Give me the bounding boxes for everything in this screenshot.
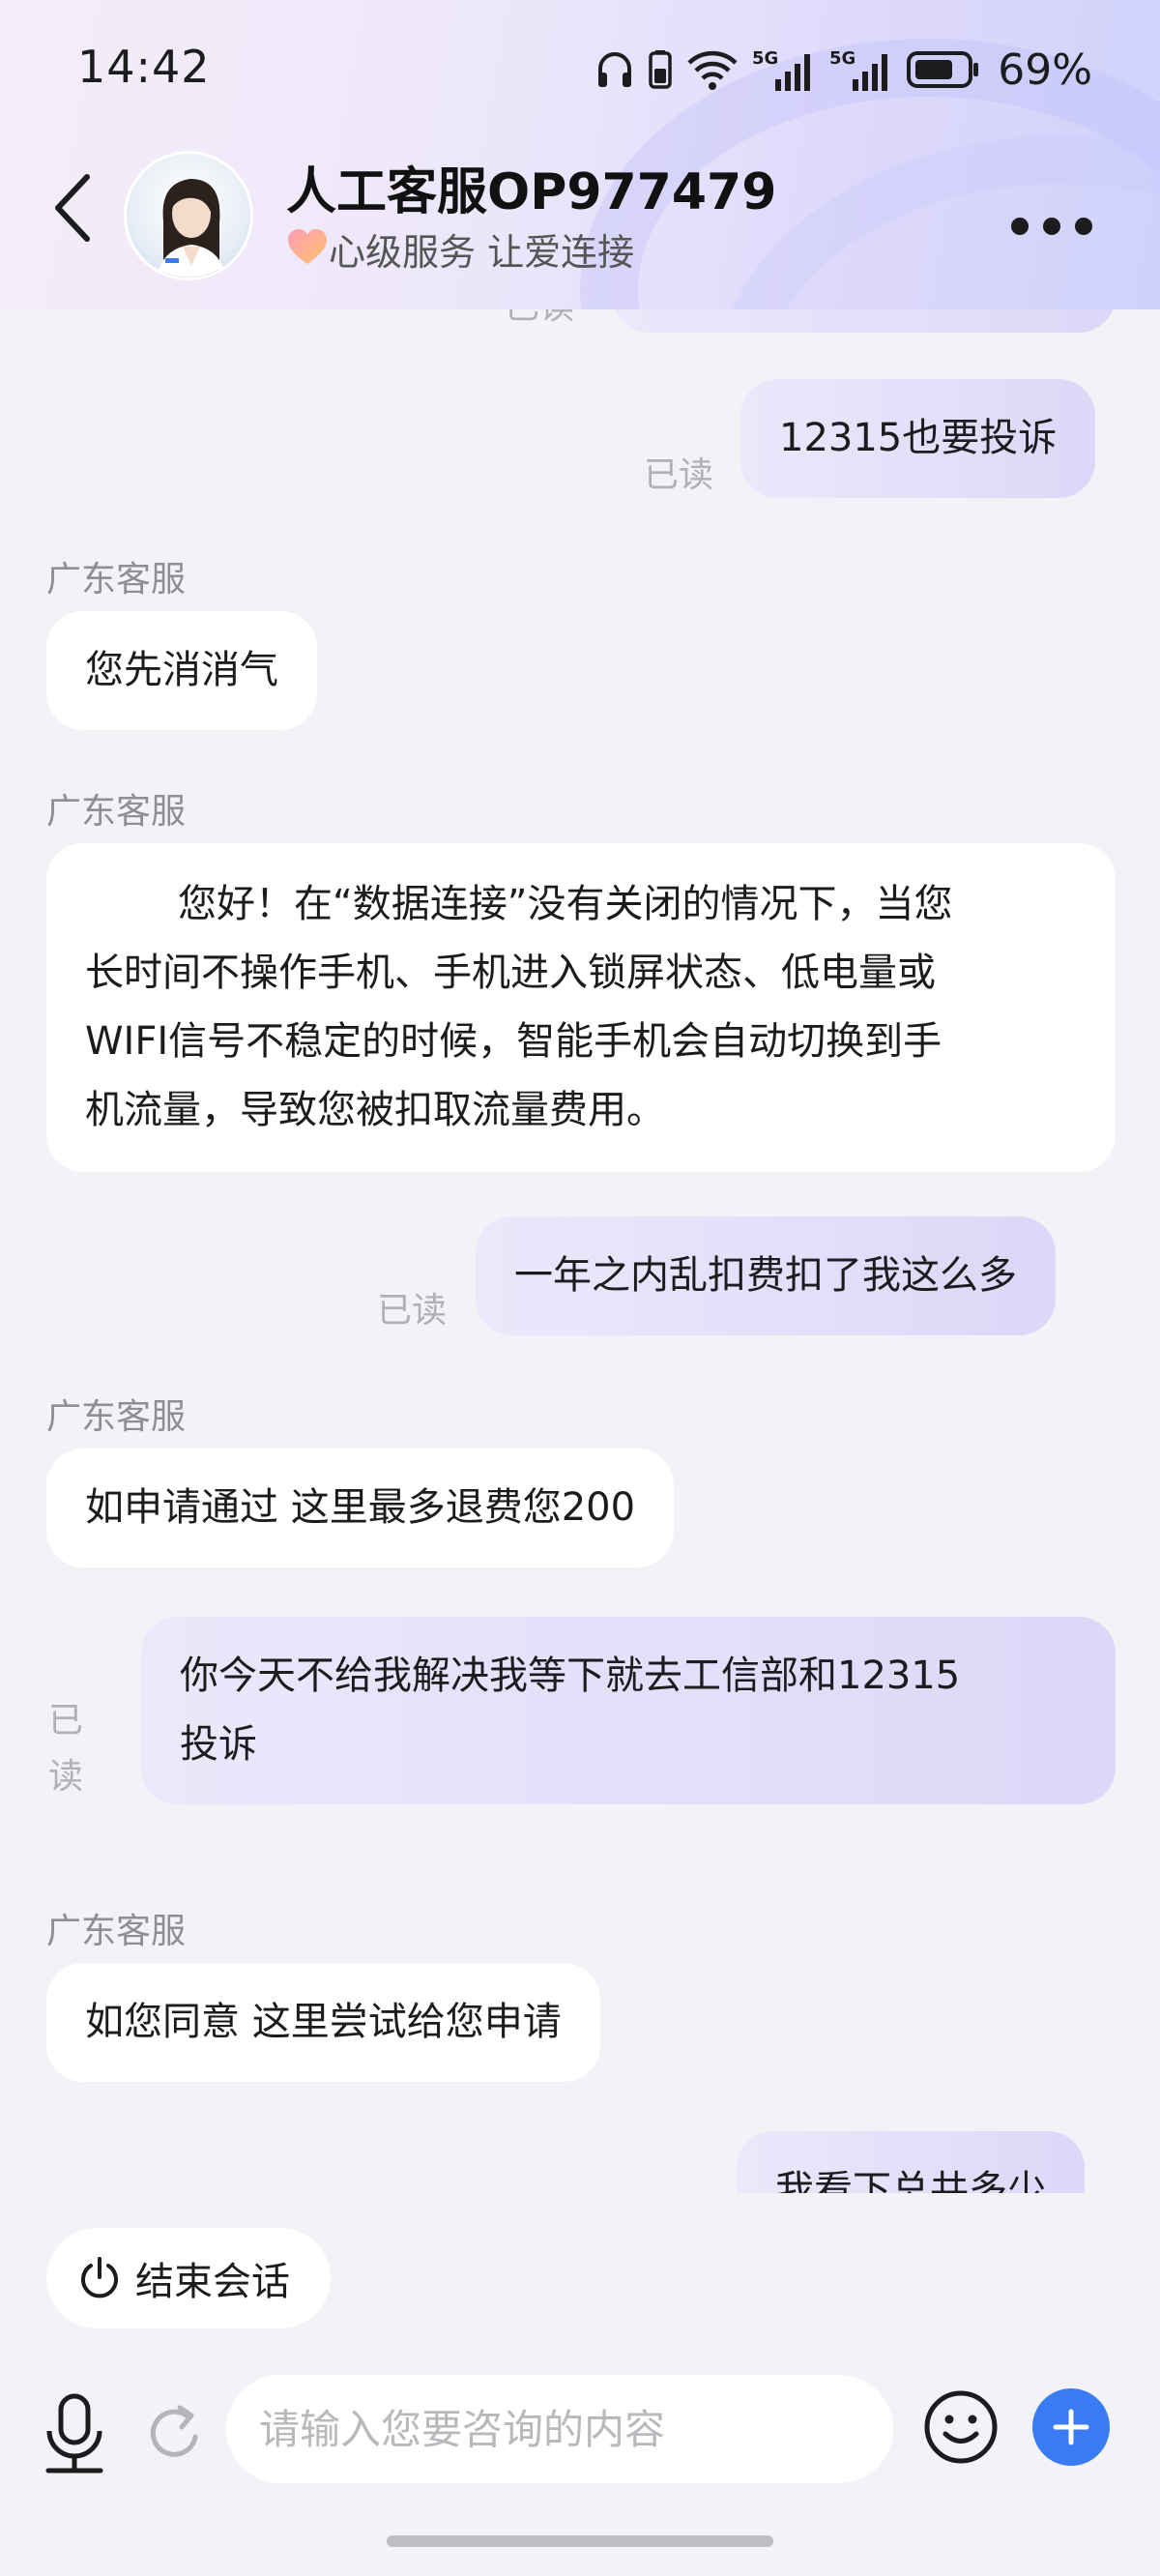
svg-text:5G: 5G (829, 48, 856, 69)
microphone-icon (45, 2393, 103, 2474)
chat-screen: 14:42 5G 5G 69% 人工客服OP977479 心级服务 让爱连接 已… (0, 0, 1160, 2576)
agent-name: 人工客服OP977479 (286, 163, 777, 221)
add-attachment-button[interactable] (1032, 2388, 1110, 2466)
agent-subtitle: 心级服务 让爱连接 (329, 231, 635, 274)
end-session-label: 结束会话 (135, 2260, 290, 2304)
status-bar: 14:42 5G 5G 69% (0, 0, 1160, 145)
user-message-bubble[interactable]: 12315也要投诉 (740, 379, 1096, 498)
power-icon (81, 2257, 118, 2298)
plus-icon (1053, 2409, 1089, 2445)
refresh-icon (150, 2405, 198, 2457)
input-bar (0, 2359, 1160, 2504)
battery-icon (907, 51, 979, 88)
home-indicator[interactable] (387, 2535, 773, 2547)
user-message-bubble[interactable]: 你今天不给我解决我等下就去工信部和12315 投诉 (141, 1617, 1116, 1804)
user-message-bubble-partial[interactable] (613, 309, 1116, 333)
message-line: 机流量，导致您被扣取流量费用。 (85, 1088, 665, 1132)
voice-input-button[interactable] (43, 2392, 106, 2475)
emoji-button[interactable] (922, 2388, 1000, 2466)
headphones-icon (598, 52, 632, 87)
signal-5g-icon: 5G (752, 48, 811, 91)
agent-avatar[interactable] (124, 151, 253, 280)
agent-message-bubble[interactable]: 您好！在“数据连接”没有关闭的情况下，当您 长时间不操作手机、手机进入锁屏状态、… (46, 843, 1116, 1172)
sender-label: 广东客服 (46, 560, 187, 600)
back-button[interactable] (43, 166, 101, 249)
wifi-icon (687, 50, 738, 90)
message-line: 投诉 (180, 1722, 257, 1767)
svg-text:5G: 5G (752, 48, 778, 69)
sender-label: 广东客服 (46, 792, 187, 832)
more-options-button[interactable] (1011, 215, 1092, 238)
read-receipt: 已 (48, 1701, 84, 1741)
phone-battery-icon (649, 50, 672, 89)
agent-message-bubble[interactable]: 如您同意 这里尝试给您申请 (46, 1963, 600, 2082)
agent-message-bubble[interactable]: 您先消消气 (46, 611, 317, 730)
read-receipt: 读 (48, 1757, 84, 1797)
battery-percent: 69% (998, 44, 1092, 95)
smiley-icon (924, 2390, 998, 2464)
status-time: 14:42 (77, 41, 211, 93)
more-dot (1011, 218, 1029, 235)
message-list[interactable]: 已读 已读 12315也要投诉 广东客服 您先消消气 广东客服 您好！在“数据连… (0, 309, 1160, 2193)
read-receipt: 已读 (644, 455, 714, 495)
more-dot (1075, 218, 1092, 235)
message-input[interactable] (226, 2375, 893, 2483)
message-line: 您好！在“数据连接”没有关闭的情况下，当您 (178, 882, 953, 926)
message-line: 长时间不操作手机、手机进入锁屏状态、低电量或 (85, 951, 936, 995)
chevron-left-icon (55, 174, 90, 242)
agent-portrait-icon (156, 179, 227, 278)
agent-message-bubble[interactable]: 如申请通过 这里最多退费您200 (46, 1449, 675, 1567)
status-icons: 5G 5G 69% (595, 43, 1092, 97)
message-line: 你今天不给我解决我等下就去工信部和12315 (180, 1654, 961, 1698)
signal-5g-icon: 5G (829, 48, 888, 91)
heart-icon (288, 229, 327, 264)
sender-label: 广东客服 (46, 1912, 187, 1951)
more-dot (1043, 218, 1060, 235)
chat-header: 14:42 5G 5G 69% 人工客服OP977479 心级服务 让爱连接 (0, 0, 1160, 309)
read-receipt: 已读 (377, 1291, 448, 1331)
sender-label: 广东客服 (46, 1397, 187, 1437)
user-message-bubble[interactable]: 一年之内乱扣费扣了我这么多 (476, 1216, 1056, 1335)
message-line: WIFI信号不稳定的时候，智能手机会自动切换到手 (85, 1019, 942, 1064)
user-message-bubble-partial[interactable]: 我看下总共多少 (737, 2131, 1085, 2193)
refresh-button[interactable] (143, 2402, 207, 2466)
end-session-button[interactable]: 结束会话 (46, 2228, 331, 2328)
read-receipt: 已读 (505, 309, 574, 329)
